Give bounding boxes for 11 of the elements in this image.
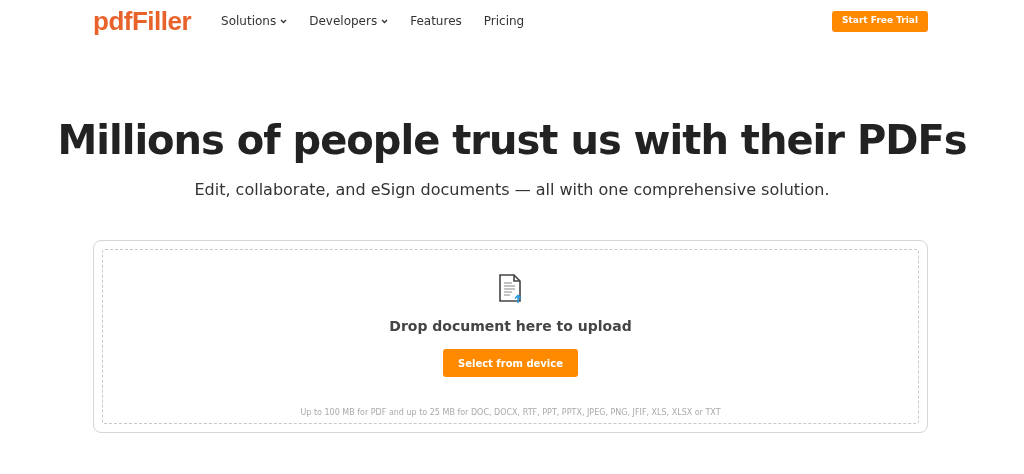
- nav-link[interactable]: Developers: [309, 12, 389, 30]
- document-upload-icon: [498, 274, 523, 304]
- drop-zone[interactable]: Drop document here to upload Select from device Up to 100 MB for PDF and up to 25 MB for DOC, DOCX, RTF, PPT, PPTX, JPEG, PNG, JFIF, XLS, XLSX or TXT: [102, 249, 919, 424]
- nav-link[interactable]: Pricing: [483, 12, 525, 30]
- drop-prompt: Drop document here to upload: [389, 317, 632, 336]
- file-limits-note: Up to 100 MB for PDF and up to 25 MB for DOC, DOCX, RTF, PPT, PPTX, JPEG, PNG, JFIF, XLS, XLSX or TXT: [300, 407, 721, 419]
- nav-link[interactable]: Features: [410, 12, 462, 30]
- subtitle: Edit, collaborate, and eSign documents — all with one comprehensive solution.: [193, 179, 831, 201]
- chevron-down-icon: [280, 18, 288, 24]
- nav-link[interactable]: Solutions: [221, 12, 288, 30]
- chevron-down-icon: [381, 18, 389, 24]
